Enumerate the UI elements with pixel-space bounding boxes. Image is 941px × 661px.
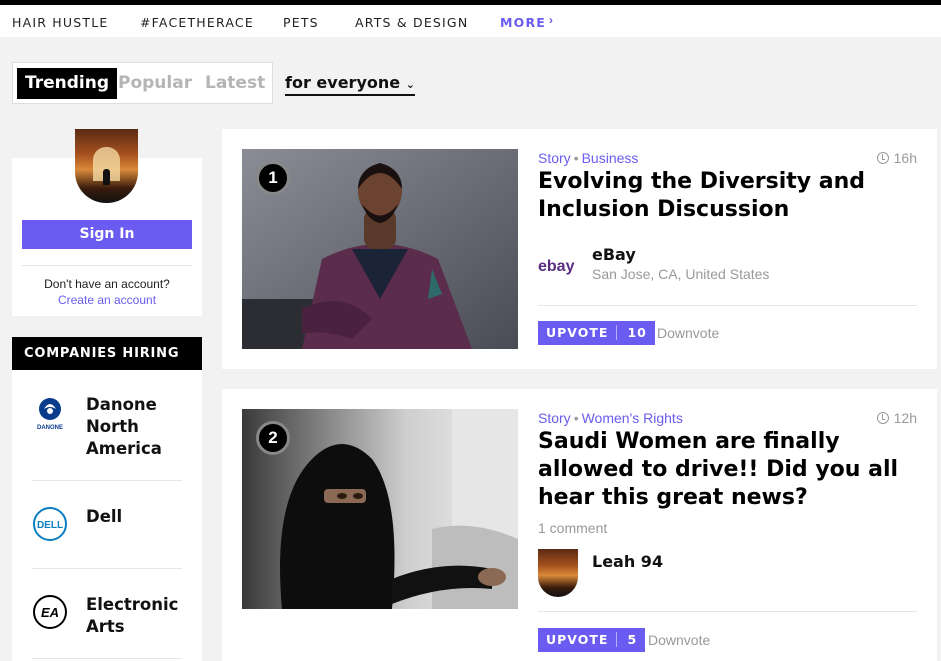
no-account-text: Don't have an account? (44, 277, 170, 291)
tab-popular[interactable]: Popular (118, 68, 192, 99)
post-title[interactable]: Evolving the Diversity and Inclusion Dis… (538, 168, 918, 224)
post-type-link[interactable]: Story (538, 150, 571, 166)
divider (538, 611, 917, 612)
divider (538, 305, 917, 306)
post-type-link[interactable]: Story (538, 410, 571, 426)
divider (22, 265, 192, 266)
divider (32, 480, 182, 481)
company-name: Danone North America (86, 395, 162, 458)
chevron-right-icon: › (549, 13, 553, 27)
post-time: 12h (876, 410, 917, 426)
post-author[interactable]: eBay (592, 245, 636, 264)
danone-logo-icon: DANONE (37, 398, 63, 431)
clock-icon (876, 152, 889, 164)
company-item-electronic-arts[interactable]: EA Electronic Arts (32, 594, 182, 644)
post-category-link[interactable]: Women's Rights (582, 410, 683, 426)
post-author-location: San Jose, CA, United States (592, 266, 770, 282)
svg-text:ebay: ebay (538, 258, 575, 275)
post-meta: Story • Women's Rights (538, 410, 683, 426)
post-time-text: 16h (893, 150, 917, 166)
tab-trending[interactable]: Trending (17, 68, 118, 99)
dell-logo-icon: DELL (33, 507, 67, 541)
ea-logo-text: EA (41, 605, 59, 620)
upvote-label: UPVOTE (546, 632, 609, 647)
post-meta: Story • Business (538, 150, 638, 166)
rank-badge: 1 (256, 161, 290, 195)
upvote-button[interactable]: UPVOTE 10 (538, 321, 655, 345)
separator-dot: • (573, 410, 579, 426)
audience-select[interactable]: for everyone ⌄ (285, 73, 415, 96)
nav-more-link[interactable]: MORE (500, 15, 546, 30)
nav-item-pets[interactable]: PETS (283, 15, 319, 30)
rank-badge: 2 (256, 421, 290, 455)
category-nav: HAIR HUSTLE #FACETHERACE PETS ARTS & DES… (0, 5, 941, 37)
post-thumbnail[interactable]: 1 (242, 149, 518, 349)
divider (32, 568, 182, 569)
divider (32, 658, 182, 659)
audience-select-label: for everyone (285, 73, 401, 92)
company-item-danone[interactable]: DANONE Danone North America (32, 395, 182, 466)
post-time: 16h (876, 150, 917, 166)
company-name: Electronic Arts (86, 595, 179, 636)
ea-logo-icon: EA (33, 595, 67, 629)
danone-logo-text: DANONE (37, 425, 63, 431)
upvote-count: 5 (616, 632, 638, 647)
author-avatar[interactable] (538, 549, 578, 597)
upvote-button[interactable]: UPVOTE 5 (538, 628, 646, 652)
post-card[interactable]: 1 Story • Business 16h Evolving the Divers… (222, 129, 937, 369)
sign-in-button[interactable]: Sign In (22, 220, 192, 249)
post-card[interactable]: 2 Story • Women's Rights 12h Saudi Women a… (222, 389, 937, 661)
user-avatar (75, 129, 138, 203)
feed-tabs: Trending Popular Latest (12, 62, 273, 104)
company-item-dell[interactable]: DELL Dell (32, 506, 182, 546)
post-thumbnail[interactable]: 2 (242, 409, 518, 609)
company-name: Dell (86, 507, 123, 526)
comment-count-link[interactable]: 1 comment (538, 520, 607, 536)
post-author[interactable]: Leah 94 (592, 552, 663, 571)
upvote-label: UPVOTE (546, 325, 609, 340)
clock-icon (876, 412, 889, 424)
nav-item-hair-hustle[interactable]: HAIR HUSTLE (12, 15, 108, 30)
ebay-logo-icon: ebay (538, 258, 575, 275)
downvote-button[interactable]: Downvote (657, 325, 719, 341)
dell-logo-text: DELL (37, 520, 63, 531)
separator-dot: • (573, 150, 579, 166)
upvote-count: 10 (616, 325, 647, 340)
companies-hiring-heading: COMPANIES HIRING (12, 337, 202, 370)
post-category-link[interactable]: Business (582, 150, 639, 166)
nav-item-facetherace[interactable]: #FACETHERACE (140, 15, 254, 30)
post-title[interactable]: Saudi Women are finally allowed to drive… (538, 428, 918, 512)
chevron-down-icon: ⌄ (405, 78, 415, 91)
create-account-link[interactable]: Create an account (12, 293, 202, 307)
tab-latest[interactable]: Latest (205, 68, 265, 99)
companies-hiring-list: DANONE Danone North America DELL Dell EA… (12, 370, 202, 661)
downvote-button[interactable]: Downvote (648, 632, 710, 648)
post-time-text: 12h (893, 410, 917, 426)
nav-item-arts-design[interactable]: ARTS & DESIGN (355, 15, 468, 30)
